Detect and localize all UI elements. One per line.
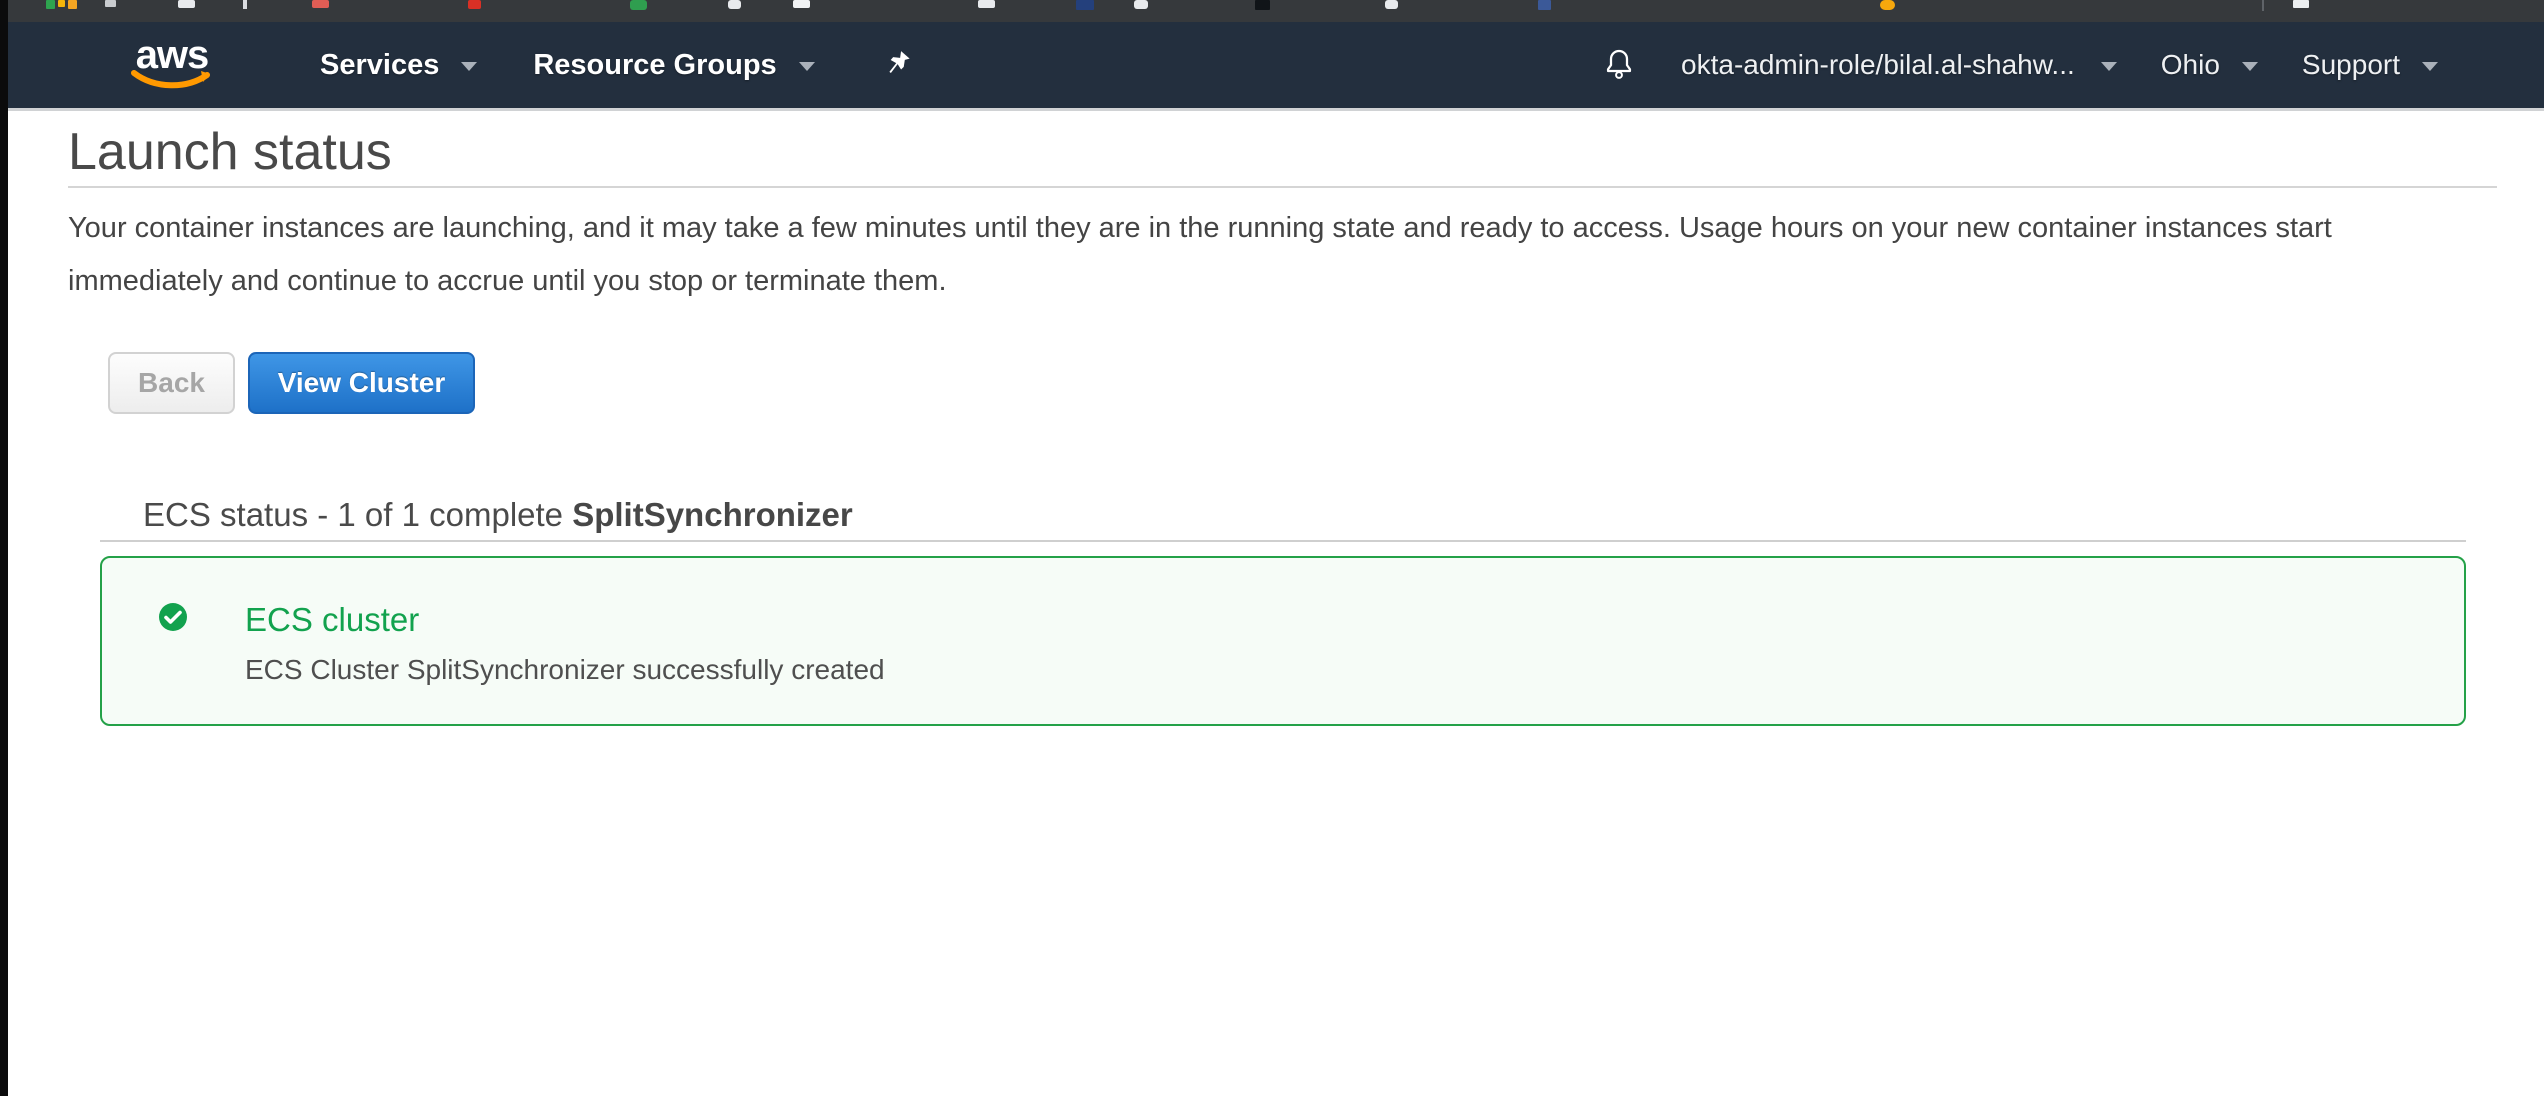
browser-favicon-fragment <box>105 0 116 7</box>
region-menu-label: Ohio <box>2161 49 2220 81</box>
support-menu-label: Support <box>2302 49 2400 81</box>
browser-favicon-fragment <box>1538 0 1551 10</box>
browser-favicon-fragment <box>468 0 481 9</box>
alert-title: ECS cluster <box>245 600 885 640</box>
ecs-status-heading-text: ECS status - 1 of 1 complete <box>143 496 572 533</box>
aws-smile-icon <box>131 70 213 92</box>
nav-right-group: okta-admin-role/bilal.al-shahw... Ohio S… <box>1603 47 2544 83</box>
aws-logo-text: aws <box>136 38 209 72</box>
chevron-down-icon <box>2422 62 2438 71</box>
browser-favicon-fragment <box>793 0 810 8</box>
support-menu[interactable]: Support <box>2302 49 2438 81</box>
account-menu[interactable]: okta-admin-role/bilal.al-shahw... <box>1681 49 2117 81</box>
launch-status-description: Your container instances are launching, … <box>68 202 2492 308</box>
browser-favicon-fragment <box>1134 0 1148 9</box>
main-content: Launch status Your container instances a… <box>8 111 2544 1096</box>
aws-logo[interactable]: aws <box>130 38 214 92</box>
browser-favicon-fragment <box>630 0 647 10</box>
success-alert-card: ECS cluster ECS Cluster SplitSynchronize… <box>100 556 2466 726</box>
region-menu[interactable]: Ohio <box>2161 49 2258 81</box>
browser-favicon-fragment <box>2293 0 2309 8</box>
browser-favicon-fragment <box>243 0 247 9</box>
action-buttons-row: Back View Cluster <box>108 352 2544 414</box>
nav-resource-groups-label: Resource Groups <box>533 49 776 82</box>
chevron-down-icon <box>2101 62 2117 71</box>
account-menu-label: okta-admin-role/bilal.al-shahw... <box>1681 49 2075 81</box>
aws-top-nav: aws Services Resource Groups <box>8 22 2544 111</box>
browser-favicon-fragment <box>68 0 77 9</box>
aws-console-page: aws Services Resource Groups <box>0 0 2544 1096</box>
browser-favicon-fragment <box>978 0 995 8</box>
success-check-icon <box>158 602 188 632</box>
window-left-edge <box>0 0 8 1096</box>
chevron-down-icon <box>799 62 815 71</box>
browser-favicon-fragment <box>312 0 329 8</box>
section-divider <box>100 540 2466 542</box>
browser-favicon-fragment <box>1255 0 1270 10</box>
chevron-down-icon <box>461 62 477 71</box>
browser-favicon-fragment <box>178 0 195 8</box>
browser-favicon-fragment <box>728 0 741 9</box>
nav-services-label: Services <box>320 49 439 82</box>
page-title: Launch status <box>68 121 2544 183</box>
browser-favicon-fragment <box>1880 0 1895 10</box>
notifications-bell-icon[interactable] <box>1603 47 1635 83</box>
nav-services-menu[interactable]: Services <box>320 49 477 82</box>
browser-favicon-fragment <box>2262 0 2264 11</box>
browser-favicon-fragment <box>1385 0 1398 9</box>
nav-resource-groups-menu[interactable]: Resource Groups <box>533 49 814 82</box>
alert-text-block: ECS cluster ECS Cluster SplitSynchronize… <box>245 600 885 687</box>
ecs-status-cluster-name: SplitSynchronizer <box>572 496 853 533</box>
title-divider <box>68 186 2497 188</box>
back-button[interactable]: Back <box>108 352 235 414</box>
browser-favicon-fragment <box>1076 0 1094 10</box>
browser-favicon-fragment <box>46 0 55 9</box>
ecs-status-section: ECS status - 1 of 1 complete SplitSynchr… <box>100 494 2466 726</box>
view-cluster-button[interactable]: View Cluster <box>248 352 475 414</box>
ecs-status-heading: ECS status - 1 of 1 complete SplitSynchr… <box>143 494 2466 536</box>
chevron-down-icon <box>2242 62 2258 71</box>
browser-favicon-fragment <box>58 0 65 7</box>
alert-message: ECS Cluster SplitSynchronizer successful… <box>245 653 885 687</box>
browser-bookmarks-strip <box>8 0 2544 22</box>
pin-icon[interactable] <box>887 50 913 80</box>
